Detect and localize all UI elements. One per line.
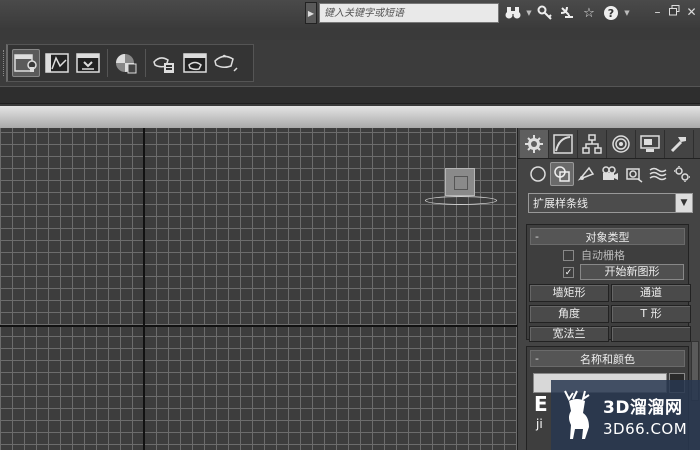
- collapse-icon[interactable]: -: [535, 352, 539, 365]
- light-object-ring: [425, 196, 497, 205]
- material-editor-icon[interactable]: [112, 49, 140, 77]
- shapes-icon[interactable]: [550, 162, 574, 186]
- minimize-icon[interactable]: –: [650, 4, 665, 20]
- cameras-icon[interactable]: [598, 162, 622, 186]
- rendered-frame-icon[interactable]: [181, 49, 209, 77]
- tab-divider: [518, 158, 700, 159]
- wide-flange-button[interactable]: 宽法兰: [529, 326, 609, 342]
- collapse-icon[interactable]: -: [535, 230, 539, 243]
- object-type-header[interactable]: - 对象类型: [530, 228, 685, 245]
- light-object-box: [445, 168, 475, 196]
- top-viewport[interactable]: [0, 128, 517, 450]
- watermark-brand: 3D溜溜网: [603, 397, 683, 418]
- main-toolbar: [0, 40, 700, 86]
- watermark-text: 3D溜溜网 3D66.COM: [603, 393, 687, 438]
- scene-light-object[interactable]: [425, 168, 497, 208]
- render-setup-icon[interactable]: [150, 49, 178, 77]
- object-type-rollout: - 对象类型 自动栅格 ✓ 开始新图形 墙矩形 通道 角度 T 形 宽法兰: [526, 224, 691, 342]
- subcategory-dropdown[interactable]: 扩展样条线 ▼: [528, 193, 693, 213]
- app-window: ▶ ▼ ☆ ? ▼ –: [0, 0, 700, 450]
- rendering-toolbar: [6, 44, 254, 82]
- geometry-icon[interactable]: [526, 162, 550, 186]
- help-icon[interactable]: ?: [601, 3, 621, 23]
- search-binoculars-icon[interactable]: [503, 3, 523, 23]
- search-expand-button[interactable]: ▶: [305, 2, 317, 24]
- chevron-down-icon[interactable]: ▼: [623, 9, 631, 17]
- info-center-tools: ▼ ☆ ? ▼: [503, 2, 631, 24]
- window-controls: – ✕: [650, 4, 699, 20]
- info-center: ▶ ▼ ☆ ? ▼: [305, 2, 631, 24]
- toolbar-separator: [107, 49, 108, 77]
- deer-logo-icon: [564, 390, 590, 439]
- helpers-icon[interactable]: [622, 162, 646, 186]
- empty-button-slot: [611, 326, 691, 342]
- key-icon[interactable]: [535, 3, 555, 23]
- rollout-title: 对象类型: [585, 230, 630, 244]
- wall-rectangle-button[interactable]: 墙矩形: [529, 284, 609, 302]
- viewport-header: [0, 106, 700, 128]
- create-categories: [526, 162, 700, 186]
- autogrid-row: 自动栅格: [563, 248, 625, 262]
- start-new-shape-button[interactable]: 开始新图形: [580, 264, 684, 280]
- angle-button[interactable]: 角度: [529, 305, 609, 323]
- modify-icon[interactable]: [549, 130, 578, 158]
- hierarchy-icon[interactable]: [578, 130, 607, 158]
- restore-icon[interactable]: [667, 4, 682, 20]
- command-panel-tabs: [520, 130, 700, 158]
- name-color-header[interactable]: - 名称和颜色: [530, 350, 685, 367]
- scene-explorer-icon[interactable]: [12, 49, 40, 77]
- close-icon[interactable]: ✕: [684, 4, 699, 20]
- start-new-shape-row: ✓ 开始新图形: [563, 264, 684, 280]
- render-icon[interactable]: [212, 49, 240, 77]
- toolbar-separator: [145, 49, 146, 77]
- display-icon[interactable]: [636, 130, 665, 158]
- rollout-title: 名称和颜色: [580, 352, 635, 366]
- star-icon[interactable]: ☆: [579, 3, 599, 23]
- tee-button[interactable]: T 形: [611, 305, 691, 323]
- chevron-down-icon[interactable]: ▼: [525, 9, 533, 17]
- systems-icon[interactable]: [670, 162, 694, 186]
- world-axis-vertical: [143, 128, 145, 450]
- title-bar: ▶ ▼ ☆ ? ▼ –: [0, 0, 700, 28]
- ribbon-bar: [0, 86, 700, 104]
- utilities-icon[interactable]: [665, 130, 694, 158]
- watermark-url: 3D66.COM: [603, 419, 688, 438]
- create-icon[interactable]: [520, 130, 549, 158]
- svg-text:?: ?: [608, 7, 614, 20]
- satellite-icon[interactable]: [557, 3, 577, 23]
- motion-icon[interactable]: [607, 130, 636, 158]
- schematic-view-icon[interactable]: [74, 49, 102, 77]
- lights-icon[interactable]: [574, 162, 598, 186]
- subcategory-value: 扩展样条线: [533, 197, 588, 210]
- space-warps-icon[interactable]: [646, 162, 670, 186]
- watermark-overlay-sub: ji: [536, 417, 543, 431]
- world-axis-horizontal: [0, 325, 517, 327]
- watermark: 3D溜溜网 3D66.COM: [551, 380, 700, 450]
- curve-editor-icon[interactable]: [43, 49, 71, 77]
- start-new-shape-checkbox[interactable]: ✓: [563, 266, 574, 278]
- chevron-down-icon[interactable]: ▼: [675, 194, 692, 212]
- autogrid-checkbox[interactable]: [563, 249, 574, 261]
- channel-button[interactable]: 通道: [611, 284, 691, 302]
- watermark-overlay-letters: E: [534, 392, 548, 416]
- autogrid-label: 自动栅格: [581, 249, 625, 262]
- search-input[interactable]: [319, 3, 499, 23]
